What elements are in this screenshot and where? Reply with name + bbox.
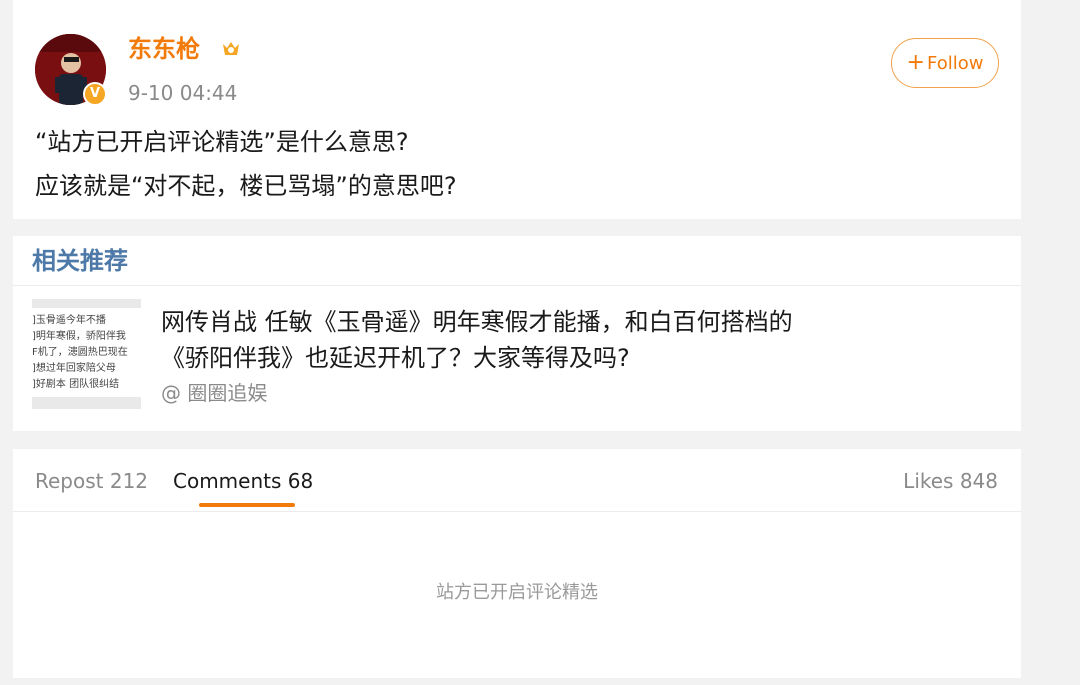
post-timestamp: 9-10 04:44 — [128, 81, 238, 105]
username[interactable]: 东东枪 — [128, 33, 200, 65]
tab-comments[interactable]: Comments 68 — [173, 467, 313, 495]
interactions-card: Repost 212 Comments 68 Likes 848 站方已开启评论… — [13, 449, 1021, 678]
tab-likes[interactable]: Likes 848 — [903, 467, 998, 495]
active-tab-indicator — [199, 503, 295, 507]
follow-label: Follow — [926, 53, 984, 74]
post-text-line: 应该就是“对不起，楼已骂塌”的意思吧? — [35, 172, 457, 200]
recommendation-title-line: 网传肖战 任敏《玉骨遥》明年寒假才能播，和白百何搭档的 — [161, 308, 793, 336]
post-card: V 东东枪 9-10 04:44 + Follow “站方已开启评论精选”是什么意… — [13, 0, 1021, 219]
thumbnail-text: ]明年寒假，骄阳伴我 — [32, 331, 126, 342]
recommendation-thumbnail[interactable]: ]玉骨遥今年不播 ]明年寒假，骄阳伴我 F机了，漶圆热巴现在 ]想过年回家陪父母… — [32, 299, 141, 409]
recommendation-title[interactable]: 网传肖战 任敏《玉骨遥》明年寒假才能播，和白百何搭档的 《骄阳伴我》也延迟开机了… — [161, 304, 1001, 376]
thumbnail-text: ]想过年回家陪父母 — [32, 363, 116, 374]
thumbnail-band — [32, 397, 141, 409]
tab-repost[interactable]: Repost 212 — [35, 467, 148, 495]
comments-curated-notice: 站方已开启评论精选 — [436, 582, 598, 603]
thumbnail-text: ]好剧本 团队很纠结 — [32, 379, 120, 390]
related-recommendations-card: 相关推荐 ]玉骨遥今年不播 ]明年寒假，骄阳伴我 F机了，漶圆热巴现在 ]想过年… — [13, 236, 1021, 431]
divider — [13, 285, 1021, 286]
thumbnail-band — [32, 299, 141, 308]
thumbnail-text: F机了，漶圆热巴现在 — [32, 347, 128, 358]
plus-icon: + — [906, 50, 925, 75]
recommendation-source[interactable]: @ 圈圈追娱 — [161, 379, 267, 407]
post-text: “站方已开启评论精选”是什么意思? 应该就是“对不起，楼已骂塌”的意思吧? — [35, 120, 995, 208]
recommendation-title-line: 《骄阳伴我》也延迟开机了？大家等得及吗? — [161, 344, 630, 372]
post-text-line: “站方已开启评论精选”是什么意思? — [35, 128, 409, 156]
section-title: 相关推荐 — [32, 247, 128, 275]
follow-button[interactable]: + Follow — [891, 38, 999, 88]
divider — [13, 511, 1021, 512]
vip-crown-icon — [223, 42, 239, 55]
verified-badge-icon: V — [83, 82, 107, 106]
thumbnail-text: ]玉骨遥今年不播 — [32, 315, 106, 326]
